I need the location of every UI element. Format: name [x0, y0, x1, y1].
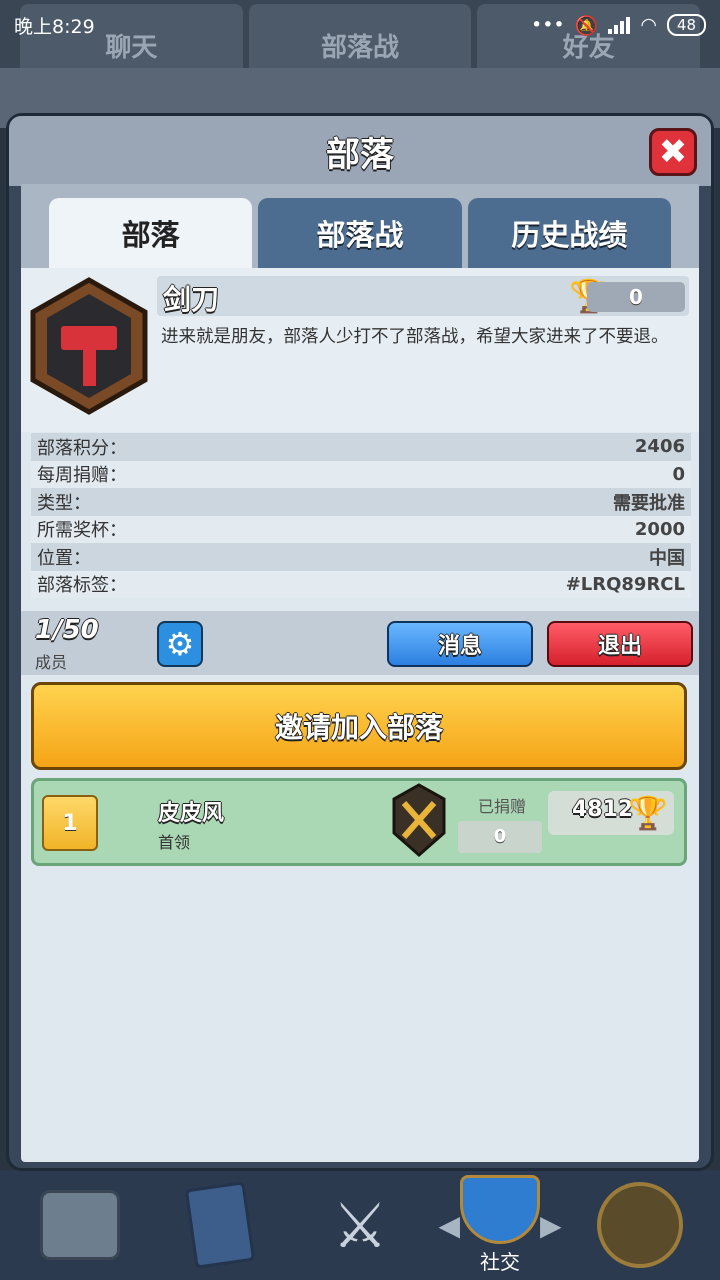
nav-events[interactable] [585, 1175, 695, 1275]
info-value: 2000 [634, 518, 685, 540]
member-trophies: 4812 [572, 797, 634, 822]
gear-icon: ⚙ [165, 625, 195, 663]
tab-war-history[interactable]: 历史战绩 [467, 198, 671, 268]
nav-shop[interactable] [25, 1175, 135, 1275]
arena-badge-icon [392, 783, 446, 857]
info-label: 所需奖杯： [37, 520, 127, 542]
info-label: 每周捐赠： [37, 465, 127, 487]
info-value: 0 [672, 463, 685, 485]
clan-name: 剑刀 [163, 283, 220, 316]
info-label: 部落标签： [37, 575, 127, 597]
info-value: 中国 [649, 547, 685, 569]
info-row: 位置： 中国 [31, 543, 691, 571]
info-value: #LRQ89RCL [565, 573, 685, 595]
tab-clan[interactable]: 部落 [49, 198, 253, 268]
info-label: 位置： [37, 547, 91, 569]
portrait-icon [597, 1182, 683, 1268]
info-row: 每周捐赠： 0 [31, 460, 691, 488]
crossed-swords-icon: ⚔ [332, 1188, 388, 1262]
members-count: 1/50 [35, 615, 99, 645]
nav-social-label: 社交 [480, 1250, 520, 1274]
info-row: 所需奖杯： 2000 [31, 515, 691, 543]
modal-body: 部落 部落战 历史战绩 剑刀 🏆 0 进来就是朋友，部落人少打不了部落战，希望大… [21, 184, 699, 1162]
donated-count: 0 [458, 821, 542, 853]
tab-clan-war[interactable]: 部落战 [258, 198, 462, 268]
members-bar: 1/50 成员 ⚙ 消息 退出 [21, 611, 699, 675]
donated-label: 已捐赠 [478, 797, 527, 816]
bell-muted-icon: 🔕 [574, 14, 599, 37]
bottom-nav: ⚔ ◀ 社交 ▶ [0, 1170, 720, 1280]
member-row[interactable]: 1 皮皮风 首领 已捐赠 0 4812 🏆 [31, 778, 687, 866]
close-icon: ✖ [658, 132, 688, 172]
member-name: 皮皮风 [158, 801, 225, 826]
invite-button[interactable]: 邀请加入部落 [31, 682, 687, 770]
info-label: 类型： [37, 492, 91, 514]
battery-indicator: 48 [666, 14, 706, 36]
chest-icon [40, 1190, 120, 1260]
message-button[interactable]: 消息 [387, 621, 533, 667]
leave-button[interactable]: 退出 [547, 621, 693, 667]
member-role: 首领 [158, 833, 191, 852]
nav-cards[interactable] [165, 1175, 275, 1275]
clan-modal: 部落 ✖ 部落 部落战 历史战绩 剑刀 🏆 0 进来就是朋友，部落人少打不了部落… [6, 113, 714, 1171]
info-row: 类型： 需要批准 [31, 488, 691, 516]
clan-badge-icon [30, 277, 148, 415]
clan-info-table: 部落积分： 2406 每周捐赠： 0 类型： 需要批准 所需奖杯： 2000 位置： 中国… [31, 433, 691, 598]
wifi-icon: ◠ [640, 14, 657, 36]
member-trophy-box: 4812 🏆 [548, 791, 674, 835]
member-rank: 1 [42, 795, 98, 851]
close-button[interactable]: ✖ [649, 128, 697, 176]
members-label: 成员 [35, 653, 68, 672]
info-row: 部落标签： #LRQ89RCL [31, 570, 691, 598]
clan-trophy-box: 0 [587, 282, 685, 312]
arrow-left-icon: ◀ [438, 1208, 460, 1242]
signal-icon [608, 16, 631, 34]
social-shield-icon [460, 1175, 540, 1244]
trophy-icon: 🏆 [628, 794, 668, 832]
info-value: 2406 [634, 436, 685, 458]
status-bar: 晚上8:29 ••• 🔕 ◠ 48 [0, 0, 720, 50]
status-icons: ••• 🔕 ◠ 48 [531, 14, 706, 37]
tab-bar: 部落 部落战 历史战绩 [21, 184, 699, 268]
clan-trophies: 0 [629, 285, 643, 309]
nav-battle[interactable]: ⚔ [305, 1175, 415, 1275]
info-value: 需要批准 [613, 492, 685, 514]
modal-title: 部落 [9, 116, 711, 186]
clan-header: 剑刀 🏆 0 进来就是朋友，部落人少打不了部落战，希望大家进来了不要退。 [21, 268, 699, 432]
info-row: 部落积分： 2406 [31, 433, 691, 461]
more-icon: ••• [531, 14, 565, 36]
cards-icon [184, 1181, 256, 1269]
settings-button[interactable]: ⚙ [157, 621, 203, 667]
status-time: 晚上8:29 [14, 15, 95, 38]
arrow-right-icon: ▶ [540, 1208, 562, 1242]
info-label: 部落积分： [37, 437, 127, 459]
clan-description: 进来就是朋友，部落人少打不了部落战，希望大家进来了不要退。 [161, 327, 669, 347]
nav-social[interactable]: ◀ 社交 ▶ [438, 1175, 562, 1275]
